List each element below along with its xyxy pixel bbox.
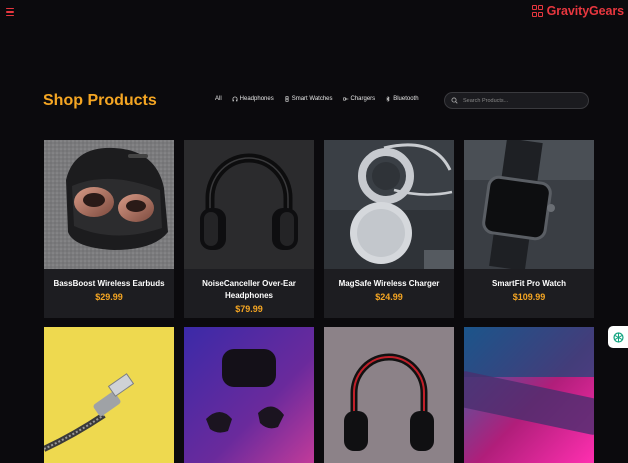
product-image-usb-cable: [44, 327, 174, 463]
product-image-watch: [464, 140, 594, 269]
product-card[interactable]: SmartFit Pro Watch $109.99: [464, 140, 594, 318]
filter-headphones[interactable]: Headphones: [232, 96, 274, 102]
product-image-power-bank: [464, 327, 594, 463]
product-name: SmartFit Pro Watch: [492, 279, 566, 288]
product-card[interactable]: [44, 327, 174, 463]
filter-all[interactable]: All: [215, 96, 222, 102]
product-card[interactable]: MagSafe Wireless Charger $24.99: [324, 140, 454, 318]
category-filters: All Headphones Smart Watches Chargers Bl…: [215, 96, 419, 102]
filter-label: All: [215, 96, 222, 102]
product-name: MagSafe Wireless Charger: [338, 279, 440, 288]
product-price: $79.99: [235, 304, 263, 314]
product-card[interactable]: NoiseCanceller Over-Ear Headphones $79.9…: [184, 140, 314, 318]
watch-icon: [285, 96, 289, 102]
product-image-headphones: [184, 140, 314, 269]
filter-bluetooth[interactable]: Bluetooth: [385, 96, 419, 102]
search-input[interactable]: [463, 97, 583, 104]
filter-label: Chargers: [350, 96, 376, 102]
filter-label: Headphones: [239, 96, 274, 102]
product-image-charger: [324, 140, 454, 269]
headphones-icon: [232, 96, 238, 102]
brand-logo[interactable]: GravityGears: [531, 4, 624, 18]
product-name: BassBoost Wireless Earbuds: [53, 279, 165, 288]
hamburger-menu-icon[interactable]: [6, 6, 16, 18]
bluetooth-icon: [386, 96, 390, 102]
search-icon: [451, 97, 458, 104]
filter-chargers[interactable]: Chargers: [342, 96, 376, 102]
product-price: $29.99: [95, 292, 123, 302]
filter-label: Bluetooth: [393, 96, 419, 102]
brand-name: GravityGears: [546, 4, 624, 18]
page-title: Shop Products: [43, 92, 157, 109]
product-image-neon-earbuds: [184, 327, 314, 463]
product-image-red-headset: [324, 327, 454, 463]
search-box: [444, 92, 589, 109]
product-card[interactable]: [324, 327, 454, 463]
ai-assistant-icon: [612, 331, 624, 343]
chat-assistant-widget[interactable]: [608, 326, 628, 348]
product-name: NoiseCanceller Over-Ear Headphones: [202, 279, 296, 300]
product-price: $109.99: [512, 292, 546, 302]
filter-smart-watches[interactable]: Smart Watches: [284, 96, 333, 102]
product-card[interactable]: [184, 327, 314, 463]
filter-label: Smart Watches: [291, 96, 333, 102]
product-card[interactable]: [464, 327, 594, 463]
product-card[interactable]: BassBoost Wireless Earbuds $29.99: [44, 140, 174, 318]
grid-logo-icon: [531, 5, 544, 17]
product-price: $24.99: [375, 292, 403, 302]
charger-icon: [342, 97, 348, 101]
product-image-earbuds: [44, 140, 174, 269]
